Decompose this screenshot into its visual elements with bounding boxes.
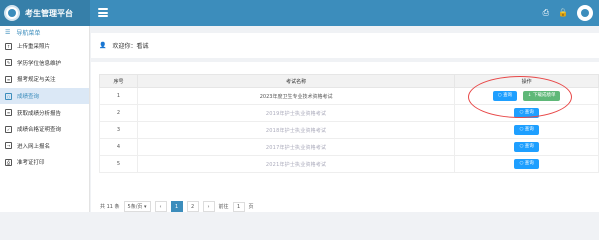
sidebar-item-admission-print[interactable]: ⎙ 准考证打印 [0,154,89,171]
row-actions: ○ 查询 [454,155,599,173]
query-button[interactable]: ○ 查询 [514,159,539,169]
cert-icon: ✓ [5,125,12,133]
page-size-select[interactable]: 5条/页 ▾ [123,201,151,212]
report-icon: ≡ [5,109,12,117]
row-exam-name: 2018年护士执业资格考试 [136,121,456,139]
goto-page-input[interactable]: 1 [232,201,245,212]
col-header-no: 序号 [99,74,138,88]
row-no: 4 [99,138,138,156]
row-no: 5 [99,155,138,173]
row-no: 3 [99,121,138,139]
enter-icon: → [5,142,12,150]
prev-page-button[interactable]: ‹ [154,201,167,212]
row-exam-name: 2021年护士执业资格考试 [136,155,456,173]
annotation-circle [468,76,572,118]
row-exam-name: 2017年护士执业资格考试 [136,138,456,156]
menu-icon[interactable] [98,8,108,17]
page-1-button[interactable]: 1 [170,201,183,212]
lock-icon[interactable]: 🔒 [558,5,568,21]
row-actions: ○ 查询 [454,138,599,156]
print-icon: ⎙ [5,158,12,166]
row-no: 2 [99,104,138,122]
goto-label: 前往 [218,204,229,210]
brand: 考生管理平台 [0,0,90,26]
table-row: 3 2018年护士执业资格考试 ○ 查询 [99,121,599,139]
app-logo [4,5,20,21]
search-icon: ○ [5,92,12,100]
next-page-button[interactable]: › [202,201,215,212]
row-exam-name: 2019年护士执业资格考试 [136,104,456,122]
sidebar: ☰ 导航菜单 ↑ 上传重采照片 ✎ 学历学位信息维护 ≡ 报考规定与关注 ○ 成… [0,26,90,212]
welcome-bar: 👤 欢迎你：看诚 [91,33,599,58]
print-icon[interactable]: ⎙ [543,5,549,21]
sidebar-section-title: ☰ 导航菜单 [5,28,41,37]
pager-total: 共 11 条 [100,204,120,210]
sidebar-item-score-query[interactable]: ○ 成绩查询 [0,87,89,105]
row-no: 1 [99,87,138,105]
sidebar-item-online-registration[interactable]: → 进入网上报名 [0,138,89,155]
edit-icon: ✎ [5,59,12,67]
sidebar-item-exam-rules[interactable]: ≡ 报考规定与关注 [0,71,89,88]
page-2-button[interactable]: 2 [186,201,199,212]
table-row: 5 2021年护士执业资格考试 ○ 查询 [99,155,599,173]
sidebar-item-upload-photo[interactable]: ↑ 上传重采照片 [0,38,89,55]
sidebar-item-score-report[interactable]: ≡ 获取成绩分析报告 [0,104,89,121]
col-header-name: 考试名称 [136,74,456,88]
query-button[interactable]: ○ 查询 [514,125,539,135]
nav-icon: ☰ [5,28,11,36]
table-row: 4 2017年护士执业资格考试 ○ 查询 [99,138,599,156]
row-exam-name: 2023年度卫生专业技术资格考试 [136,87,456,105]
doc-icon: ≡ [5,75,12,83]
page-suffix: 页 [248,204,254,210]
row-actions: ○ 查询 [454,121,599,139]
sidebar-item-degree-info[interactable]: ✎ 学历学位信息维护 [0,55,89,72]
user-icon: 👤 [99,42,107,49]
welcome-text: 欢迎你：看诚 [112,43,149,50]
pagination: 共 11 条 5条/页 ▾ ‹ 1 2 › 前往 1 页 [100,201,254,212]
app-title: 考生管理平台 [25,8,73,18]
avatar-icon[interactable] [577,5,593,21]
query-button[interactable]: ○ 查询 [514,142,539,152]
upload-icon: ↑ [5,42,12,50]
top-header: 考生管理平台 ⎙ 🔒 [0,0,599,26]
sidebar-item-certificate[interactable]: ✓ 成绩合格证明查询 [0,121,89,138]
